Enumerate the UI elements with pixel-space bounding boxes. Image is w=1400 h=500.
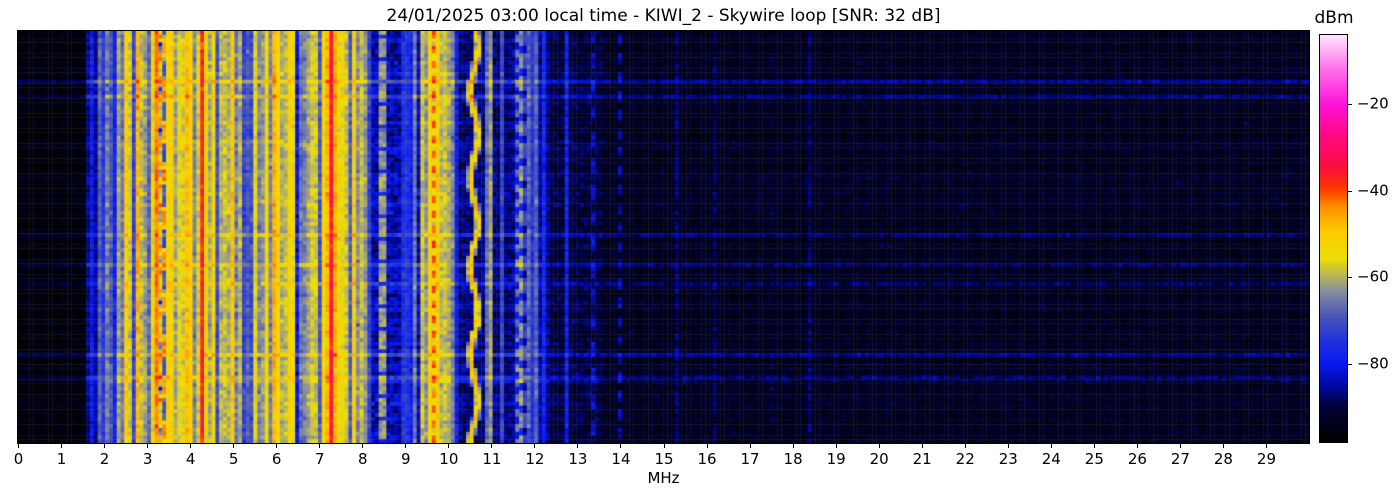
x-tick-mark (61, 444, 62, 448)
x-tick-mark (793, 444, 794, 448)
colorbar-frame (1319, 34, 1348, 443)
x-tick-mark (190, 444, 191, 448)
spectrogram-figure: 24/01/2025 03:00 local time - KIWI_2 - S… (0, 0, 1400, 500)
x-tick-label: 3 (143, 450, 153, 468)
x-tick-mark (620, 444, 621, 448)
x-axis-label: MHz (18, 469, 1309, 487)
x-tick-mark (319, 444, 320, 448)
x-tick-label: 16 (697, 450, 716, 468)
x-tick-label: 26 (1128, 450, 1147, 468)
x-tick-label: 15 (654, 450, 673, 468)
x-tick-label: 29 (1257, 450, 1276, 468)
x-tick-mark (879, 444, 880, 448)
colorbar-tick-label: −60 (1357, 268, 1389, 286)
x-tick-mark (104, 444, 105, 448)
x-tick-label: 12 (525, 450, 544, 468)
x-tick-mark (276, 444, 277, 448)
x-tick-label: 13 (568, 450, 587, 468)
x-tick-label: 22 (956, 450, 975, 468)
x-tick-label: 25 (1085, 450, 1104, 468)
waterfall-heatmap (18, 31, 1309, 443)
x-tick-mark (448, 444, 449, 448)
x-tick-label: 1 (57, 450, 67, 468)
x-tick-mark (1180, 444, 1181, 448)
x-tick-label: 14 (611, 450, 630, 468)
colorbar-tick-mark (1348, 104, 1352, 105)
x-tick-mark (405, 444, 406, 448)
x-tick-mark (922, 444, 923, 448)
x-tick-label: 11 (482, 450, 501, 468)
x-tick-mark (965, 444, 966, 448)
x-tick-mark (1094, 444, 1095, 448)
colorbar-tick-label: −20 (1357, 95, 1389, 113)
colorbar-tick-mark (1348, 191, 1352, 192)
x-tick-label: 23 (999, 450, 1018, 468)
x-tick-mark (18, 444, 19, 448)
x-tick-label: 4 (186, 450, 196, 468)
x-tick-label: 19 (827, 450, 846, 468)
x-tick-label: 2 (100, 450, 110, 468)
x-tick-label: 18 (784, 450, 803, 468)
x-tick-mark (233, 444, 234, 448)
x-tick-label: 6 (272, 450, 282, 468)
x-tick-label: 5 (229, 450, 239, 468)
x-tick-label: 21 (913, 450, 932, 468)
x-tick-mark (664, 444, 665, 448)
x-tick-label: 20 (870, 450, 889, 468)
x-tick-label: 17 (741, 450, 760, 468)
x-tick-label: 0 (14, 450, 24, 468)
x-tick-mark (1051, 444, 1052, 448)
x-tick-mark (1137, 444, 1138, 448)
x-tick-mark (491, 444, 492, 448)
x-tick-mark (707, 444, 708, 448)
x-tick-label: 10 (439, 450, 458, 468)
x-tick-label: 28 (1214, 450, 1233, 468)
colorbar-tick-label: −80 (1357, 355, 1389, 373)
colorbar-tick-label: −40 (1357, 181, 1389, 199)
waterfall-plot-frame (17, 30, 1310, 444)
x-tick-label: 27 (1171, 450, 1190, 468)
x-tick-mark (147, 444, 148, 448)
colorbar-tick-mark (1348, 364, 1352, 365)
colorbar-gradient (1320, 35, 1347, 442)
x-tick-mark (1223, 444, 1224, 448)
x-tick-mark (750, 444, 751, 448)
x-tick-label: 8 (358, 450, 368, 468)
x-tick-mark (1266, 444, 1267, 448)
x-tick-label: 24 (1042, 450, 1061, 468)
plot-title: 24/01/2025 03:00 local time - KIWI_2 - S… (18, 6, 1309, 26)
colorbar-tick-mark (1348, 277, 1352, 278)
x-tick-label: 9 (401, 450, 411, 468)
x-tick-mark (362, 444, 363, 448)
x-tick-mark (836, 444, 837, 448)
x-tick-label: 7 (315, 450, 325, 468)
colorbar-unit-label: dBm (1306, 8, 1362, 28)
x-tick-mark (577, 444, 578, 448)
x-tick-mark (1008, 444, 1009, 448)
spectrogram-page: { "header": { "title": "24/01/2025 03:00… (0, 0, 1400, 500)
x-tick-mark (534, 444, 535, 448)
